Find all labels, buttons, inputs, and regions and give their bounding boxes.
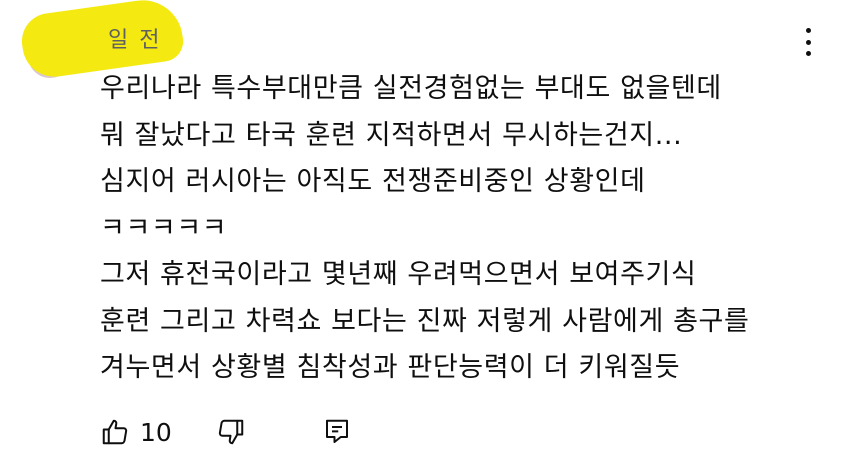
dislike-button[interactable] <box>216 417 246 447</box>
thumb-up-icon[interactable] <box>100 417 130 447</box>
reply-button[interactable] <box>322 417 352 447</box>
thumb-down-icon[interactable] <box>216 417 246 447</box>
comment-line: 겨누면서 상황별 침착성과 판단능력이 더 키워질듯 <box>100 352 681 383</box>
comment-line: 훈련 그리고 차력쇼 보다는 진짜 저렇게 사람에게 총구를 <box>100 305 750 337</box>
like-button[interactable]: 10 <box>100 417 172 447</box>
comment-line: ㅋㅋㅋㅋㅋ <box>100 212 228 244</box>
like-count: 10 <box>140 417 172 447</box>
comment-line: 우리나라 특수부대만큼 실전경험없는 부대도 없을텐데 <box>100 73 722 104</box>
comment-meta: 일 전 <box>100 22 161 54</box>
comment-timestamp[interactable]: 일 전 <box>108 28 161 53</box>
more-vert-icon[interactable] <box>796 26 820 58</box>
comment-actions: 10 <box>100 412 352 452</box>
comment-line: 심지어 러시아는 아직도 전쟁준비중인 상황인데 <box>100 166 646 197</box>
comment-line: 뭐 잘났다고 타국 훈련 지적하면서 무시하는건지... <box>100 119 683 151</box>
reply-comment-icon[interactable] <box>322 417 352 447</box>
comment-text: 우리나라 특수부대만큼 실전경험없는 부대도 없을텐데 뭐 잘났다고 타국 훈련… <box>100 66 830 392</box>
comment-line: 그저 휴전국이라고 몇년째 우려먹으면서 보여주기식 <box>100 259 697 290</box>
